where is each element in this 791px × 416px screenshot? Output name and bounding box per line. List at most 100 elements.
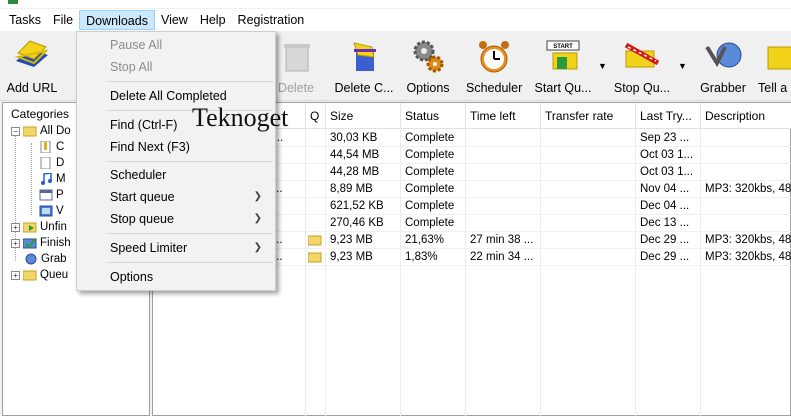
tree-item-label: Queu <box>40 269 69 281</box>
submenu-arrow-icon: ❯ <box>253 191 262 202</box>
open-folder-icon <box>23 126 37 137</box>
cell-status: Complete <box>405 183 455 195</box>
tree-item-video[interactable]: V <box>39 203 64 219</box>
menu-help[interactable]: Help <box>194 10 232 30</box>
tree-item-compressed[interactable]: C <box>39 139 64 155</box>
stop-queue-dropdown-icon[interactable]: ▼ <box>678 61 687 71</box>
tree-item-unfinished[interactable]: + Unfin <box>11 219 67 235</box>
expand-icon[interactable]: + <box>11 270 20 280</box>
menu-item-options[interactable]: Options <box>78 266 274 288</box>
start-queue-button[interactable]: START Start Qu... <box>534 37 592 95</box>
column-header-transfer-rate[interactable]: Transfer rate <box>541 103 636 129</box>
column-header-size[interactable]: Size <box>326 103 401 129</box>
delete-button[interactable]: Delete <box>276 37 316 95</box>
cell-last-try: Dec 29 ... <box>640 234 690 246</box>
menu-item-label: Start queue <box>110 190 175 204</box>
tree-item-all-downloads[interactable]: − All Do <box>11 123 71 139</box>
document-icon <box>40 157 51 169</box>
menu-item-scheduler[interactable]: Scheduler <box>78 164 274 186</box>
start-queue-label: Start Qu... <box>534 81 592 95</box>
menu-bar: Tasks File Downloads View Help Registrat… <box>0 9 791 31</box>
title-bar <box>0 0 791 8</box>
menu-item-stop-all[interactable]: Stop All <box>78 56 274 78</box>
menu-item-stop-queue[interactable]: Stop queue ❯ <box>78 208 274 230</box>
menu-item-speed-limiter[interactable]: Speed Limiter ❯ <box>78 237 274 259</box>
menu-item-start-queue[interactable]: Start queue ❯ <box>78 186 274 208</box>
tell-a-friend-icon <box>767 46 791 70</box>
tree-item-queues[interactable]: + Queu <box>11 267 68 283</box>
categories-header: Categories <box>11 107 70 121</box>
cell-size: 44,28 MB <box>330 166 380 178</box>
tree-item-programs[interactable]: P <box>39 187 64 203</box>
column-header-status[interactable]: Status <box>401 103 466 129</box>
menu-separator <box>107 233 273 234</box>
grabber-button[interactable]: Grabber <box>698 37 748 95</box>
add-url-button[interactable]: Add URL <box>6 37 58 95</box>
delete-completed-button[interactable]: Delete C... <box>334 37 394 95</box>
unfinished-folder-icon <box>23 222 37 233</box>
expand-icon[interactable]: + <box>11 222 20 232</box>
tree-line <box>31 143 32 215</box>
column-header-q[interactable]: Q <box>306 103 326 129</box>
column-header-last-try[interactable]: Last Try... <box>636 103 701 129</box>
menu-item-find-next[interactable]: Find Next (F3) <box>78 136 274 158</box>
scheduler-button[interactable]: Scheduler <box>466 37 522 95</box>
cell-time-left <box>466 215 541 232</box>
menu-view[interactable]: View <box>155 10 194 30</box>
column-header-time-left[interactable]: Time left <box>466 103 541 129</box>
cell-last-try: Dec 04 ... <box>640 200 690 212</box>
collapse-icon[interactable]: − <box>11 126 20 136</box>
compressed-icon <box>40 141 51 153</box>
downloads-dropdown-menu: Pause All Stop All Delete All Completed … <box>76 31 276 291</box>
cell-description: MP3: 320kbs, 48k <box>705 251 791 263</box>
app-window: Tasks File Downloads View Help Registrat… <box>0 0 791 416</box>
add-url-label: Add URL <box>6 81 58 95</box>
tree-item-grabber[interactable]: Grab <box>24 251 67 267</box>
cell-description <box>701 130 791 147</box>
cell-time-left: 22 min 34 ... <box>470 251 534 263</box>
cell-time-left <box>466 181 541 198</box>
watermark-text: Teknoget <box>192 103 289 132</box>
cell-last-try: Dec 29 ... <box>640 251 690 263</box>
menu-downloads[interactable]: Downloads <box>79 10 155 30</box>
delete-completed-label: Delete C... <box>334 81 394 95</box>
tree-item-label: Grab <box>41 253 67 265</box>
cell-status: 21,63% <box>405 234 445 246</box>
stop-queue-button[interactable]: Stop Qu... <box>613 37 671 95</box>
start-queue-icon: START <box>546 40 580 70</box>
menu-tasks[interactable]: Tasks <box>3 10 47 30</box>
tree-item-finished[interactable]: + Finish <box>11 235 71 251</box>
menu-file[interactable]: File <box>47 10 79 30</box>
cell-status: Complete <box>405 166 455 178</box>
svg-text:START: START <box>553 44 573 50</box>
stop-queue-label: Stop Qu... <box>613 81 671 95</box>
app-icon <box>8 0 18 4</box>
options-button[interactable]: Options <box>404 37 452 95</box>
cell-status: 1,83% <box>405 251 438 263</box>
menu-item-label: Speed Limiter <box>110 241 188 255</box>
cell-status: Complete <box>405 217 455 229</box>
cell-last-try: Oct 03 1... <box>640 166 694 178</box>
cell-description <box>701 198 791 215</box>
cell-size: 9,23 MB <box>330 234 373 246</box>
cell-description: MP3: 320kbs, 48k <box>705 183 791 195</box>
start-queue-dropdown-icon[interactable]: ▼ <box>598 61 607 71</box>
submenu-arrow-icon: ❯ <box>253 242 262 253</box>
tree-item-label: All Do <box>40 125 71 137</box>
cell-status: Complete <box>405 149 455 161</box>
column-header-description[interactable]: Description <box>701 103 791 129</box>
cell-time-left <box>466 147 541 164</box>
tree-item-label: Unfin <box>40 221 67 233</box>
tree-item-documents[interactable]: D <box>39 155 64 171</box>
tell-a-friend-button[interactable]: Tell a f... <box>758 37 791 95</box>
tree-item-music[interactable]: M <box>39 171 66 187</box>
tree-item-label: V <box>56 205 64 217</box>
menu-separator <box>107 81 273 82</box>
menu-registration[interactable]: Registration <box>232 10 311 30</box>
menu-item-pause-all[interactable]: Pause All <box>78 34 274 56</box>
cell-last-try: Dec 13 ... <box>640 217 690 229</box>
cell-status: Complete <box>405 132 455 144</box>
delete-label: Delete <box>277 81 315 95</box>
expand-icon[interactable]: + <box>11 238 20 248</box>
trash-icon <box>284 44 310 72</box>
